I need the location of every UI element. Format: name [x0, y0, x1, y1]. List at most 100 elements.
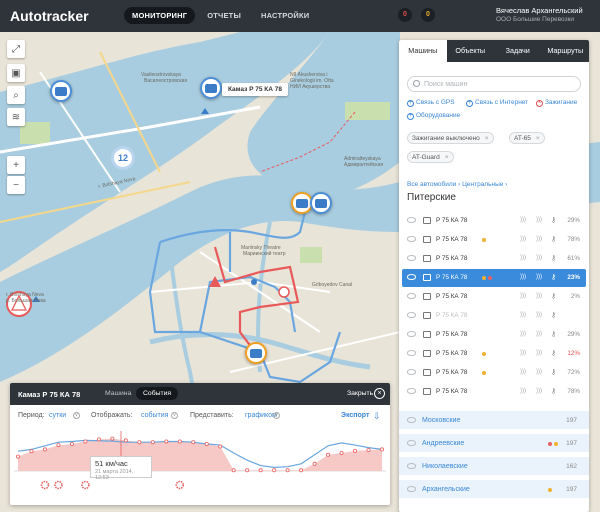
- vehicle-tag[interactable]: Камаз Р 75 КА 78: [222, 83, 288, 96]
- chart-point[interactable]: [16, 454, 21, 459]
- tab-vehicles[interactable]: Машины: [399, 40, 447, 62]
- vehicle-row[interactable]: Р 75 КА 78)))))) ⚷ 72%: [402, 364, 586, 382]
- events-chart[interactable]: [14, 431, 386, 493]
- warnings-counter[interactable]: 0: [421, 8, 435, 22]
- nav-monitoring[interactable]: МОНИТОРИНГ: [124, 7, 196, 24]
- chevron-down-icon[interactable]: v: [273, 412, 280, 419]
- vehicle-row[interactable]: Р 75 КА 78)))))) ⚷ 12%: [402, 345, 586, 363]
- zoom-out-button[interactable]: −: [7, 176, 25, 194]
- export-button[interactable]: Экспорт: [341, 412, 369, 419]
- chart-point[interactable]: [150, 440, 155, 445]
- eye-icon[interactable]: [407, 312, 416, 318]
- event-gear-icon[interactable]: [175, 480, 185, 490]
- chart-point[interactable]: [177, 439, 182, 444]
- chevron-down-icon[interactable]: v: [73, 412, 80, 419]
- chart-point[interactable]: [285, 468, 290, 473]
- group-row[interactable]: Николаевские 162: [399, 457, 589, 476]
- eye-icon[interactable]: [407, 388, 416, 394]
- chart-point[interactable]: [110, 436, 115, 441]
- chart-point[interactable]: [231, 468, 236, 473]
- event-gear-icon[interactable]: [40, 480, 50, 490]
- chart-point[interactable]: [218, 444, 223, 449]
- filter-equipment[interactable]: + Оборудование: [407, 112, 460, 120]
- tab-routes[interactable]: Маршруты: [542, 40, 590, 62]
- period-select[interactable]: сутки: [49, 412, 66, 419]
- chip-ignition-off[interactable]: Зажигание выключено ×: [407, 132, 494, 144]
- chart-point[interactable]: [123, 438, 128, 443]
- map-search-button[interactable]: ⌕: [7, 86, 25, 104]
- alerts-counter[interactable]: 0: [398, 8, 412, 22]
- chip-at65[interactable]: AT-65 ×: [509, 132, 545, 144]
- export-icon[interactable]: ⇩: [373, 411, 381, 422]
- chart-point[interactable]: [29, 449, 34, 454]
- eye-icon[interactable]: [407, 236, 416, 242]
- chart-point[interactable]: [353, 448, 358, 453]
- vehicle-row[interactable]: Р 75 КА 78)))))) ⚷ 78%: [402, 383, 586, 401]
- event-gear-icon[interactable]: [81, 480, 90, 490]
- vehicle-row[interactable]: Р 75 КА 78)))))) ⚷ 29%: [402, 212, 586, 230]
- chart-point[interactable]: [366, 448, 371, 453]
- chart-point[interactable]: [96, 437, 101, 442]
- layers-button[interactable]: ≋: [7, 108, 25, 126]
- vehicle-marker[interactable]: [50, 80, 72, 102]
- nav-settings[interactable]: НАСТРОЙКИ: [253, 7, 317, 24]
- chart-point[interactable]: [191, 440, 196, 445]
- eye-icon[interactable]: [407, 217, 416, 223]
- vehicle-marker[interactable]: [245, 342, 267, 364]
- chart-point[interactable]: [137, 440, 142, 445]
- chart-point[interactable]: [204, 441, 209, 446]
- user-name[interactable]: Вячеслав Архангельский: [496, 6, 583, 15]
- event-gear-icon[interactable]: [54, 480, 63, 490]
- tab-vehicle[interactable]: Машина: [98, 387, 138, 400]
- chart-point[interactable]: [164, 439, 169, 444]
- chevron-down-icon[interactable]: v: [171, 412, 178, 419]
- eye-icon[interactable]: [407, 440, 416, 446]
- app-logo[interactable]: Autotracker: [10, 8, 89, 24]
- group-row[interactable]: Архангельские 197: [399, 480, 589, 499]
- selected-vehicle-marker[interactable]: [200, 77, 222, 99]
- tab-tasks[interactable]: Задачи: [494, 40, 542, 62]
- chart-point[interactable]: [83, 439, 88, 444]
- filter-internet[interactable]: + Связь с Интернет: [466, 99, 528, 107]
- chart-point[interactable]: [312, 461, 317, 466]
- eye-icon[interactable]: [407, 350, 416, 356]
- vehicle-row[interactable]: Р 75 КА 78)))))) ⚷ 2%: [402, 288, 586, 306]
- eye-icon[interactable]: [407, 274, 416, 280]
- chart-point[interactable]: [326, 452, 331, 457]
- filter-gps[interactable]: + Связь с GPS: [407, 99, 455, 107]
- fullscreen-button[interactable]: ⤢: [7, 40, 25, 58]
- eye-icon[interactable]: [407, 255, 416, 261]
- chip-at-guard[interactable]: AT-Guard ×: [407, 151, 454, 163]
- close-icon[interactable]: ×: [536, 135, 540, 142]
- close-icon[interactable]: ×: [485, 135, 489, 142]
- chart-point[interactable]: [245, 468, 250, 473]
- chart-point[interactable]: [69, 441, 74, 446]
- nav-reports[interactable]: ОТЧЕТЫ: [199, 7, 249, 24]
- vehicle-row[interactable]: Р 75 КА 78)))))) ⚷ 23%: [402, 269, 586, 287]
- search-input[interactable]: [424, 79, 574, 89]
- chart-point[interactable]: [299, 468, 304, 473]
- breadcrumb[interactable]: Все автомобили › Центральные ›: [407, 181, 507, 188]
- chart-point[interactable]: [258, 468, 263, 473]
- eye-icon[interactable]: [407, 417, 416, 423]
- tab-objects[interactable]: Объекты: [447, 40, 495, 62]
- vehicle-cluster[interactable]: 12: [111, 146, 135, 170]
- eye-icon[interactable]: [407, 486, 416, 492]
- chart-point[interactable]: [272, 468, 277, 473]
- chart-point[interactable]: [379, 447, 384, 452]
- vehicle-row[interactable]: Р 75 КА 78)))))) ⚷ 61%: [402, 250, 586, 268]
- chart-point[interactable]: [339, 450, 344, 455]
- vehicle-row[interactable]: Р 75 КА 78)))))) ⚷ 78%: [402, 231, 586, 249]
- group-row[interactable]: Московские 197: [399, 411, 589, 430]
- eye-icon[interactable]: [407, 331, 416, 337]
- close-label[interactable]: Закрыть: [347, 390, 373, 397]
- tab-events[interactable]: События: [136, 387, 179, 400]
- eye-icon[interactable]: [407, 369, 416, 375]
- zoom-in-button[interactable]: +: [7, 156, 25, 174]
- vehicle-row[interactable]: Р 75 КА 78)))))) ⚷: [402, 307, 586, 325]
- vehicle-marker[interactable]: [310, 192, 332, 214]
- filter-ignition[interactable]: × Зажигание: [536, 99, 577, 107]
- display-select[interactable]: события: [141, 412, 168, 419]
- group-row[interactable]: Андреевские 197: [399, 434, 589, 453]
- eye-icon[interactable]: [407, 463, 416, 469]
